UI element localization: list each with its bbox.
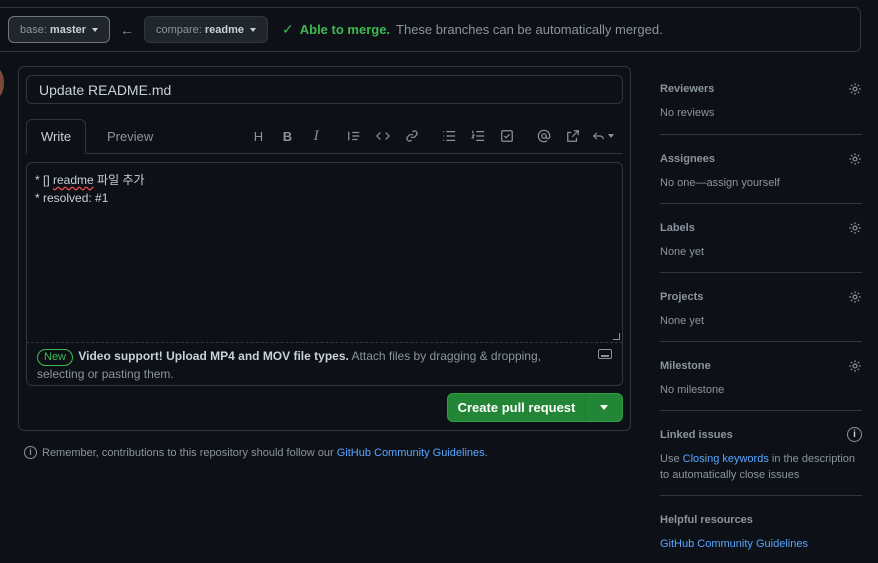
sidebar-reviewers: Reviewers No reviews <box>660 78 862 135</box>
base-prefix: base: <box>20 23 47 36</box>
compare-branch-button[interactable]: compare: readme <box>144 16 268 43</box>
tab-preview[interactable]: Preview <box>92 119 168 154</box>
body-line-prefix: * [] <box>35 173 54 187</box>
resize-handle[interactable] <box>613 333 620 340</box>
sidebar-value: None yet <box>660 246 705 258</box>
gear-icon[interactable] <box>848 152 862 166</box>
chevron-down-icon <box>600 405 608 410</box>
sidebar-milestone: Milestone No milestone <box>660 342 862 411</box>
create-pull-request-button[interactable]: Create pull request <box>447 393 623 422</box>
gear-icon[interactable] <box>848 221 862 235</box>
sidebar-value: No milestone <box>660 384 725 396</box>
reply-icon[interactable] <box>587 126 619 146</box>
sidebar-value: No reviews <box>660 107 715 119</box>
sidebar-title[interactable]: Labels <box>660 204 862 234</box>
sidebar: Reviewers No reviews Assignees No one—as… <box>660 78 862 552</box>
tab-write[interactable]: Write <box>26 119 86 154</box>
gear-icon[interactable] <box>848 359 862 373</box>
chevron-down-icon <box>92 27 98 32</box>
compare-branch-name: readme <box>204 23 244 36</box>
markdown-toolbar: H B I <box>244 119 619 153</box>
create-pull-request-label[interactable]: Create pull request <box>448 394 586 421</box>
title-input[interactable]: Update README.md <box>26 75 623 104</box>
attach-feature-text: Video support! Upload MP4 and MOV file t… <box>78 349 349 363</box>
avatar <box>0 68 4 98</box>
markdown-icon[interactable] <box>598 349 612 359</box>
bulleted-list-icon[interactable] <box>434 126 463 146</box>
sidebar-labels: Labels None yet <box>660 204 862 273</box>
contribution-note: i Remember, contributions to this reposi… <box>24 446 488 459</box>
sidebar-value[interactable]: No one—assign yourself <box>660 175 862 191</box>
chevron-down-icon <box>608 134 614 138</box>
cross-reference-icon[interactable] <box>558 126 587 146</box>
info-icon[interactable]: i <box>847 427 862 442</box>
check-icon: ✓ <box>282 21 294 37</box>
closing-keywords-link[interactable]: Closing keywords <box>683 453 769 465</box>
code-icon[interactable] <box>368 126 397 146</box>
contribution-note-text: Remember, contributions to this reposito… <box>42 446 337 459</box>
gear-icon[interactable] <box>848 82 862 96</box>
compare-bar: base: master ← compare: readme ✓ Able to… <box>0 7 861 52</box>
sidebar-linked-issues: Linked issues i Use Closing keywords in … <box>660 411 862 496</box>
base-branch-name: master <box>49 23 86 36</box>
body-line-suffix: 파일 추가 <box>93 173 145 187</box>
helpful-guidelines-link[interactable]: GitHub Community Guidelines <box>660 536 862 552</box>
create-options-dropdown[interactable] <box>586 405 622 410</box>
base-branch-button[interactable]: base: master <box>8 16 110 43</box>
tabs-divider <box>26 153 623 154</box>
body-textarea[interactable]: * [] readme 파일 추가 * resolved: #1 <box>26 162 623 342</box>
italic-icon[interactable]: I <box>302 126 331 146</box>
sidebar-title: Linked issues <box>660 429 733 441</box>
linked-issues-prefix: Use <box>660 453 683 465</box>
info-icon: i <box>24 446 37 459</box>
title-input-value: Update README.md <box>39 81 172 98</box>
sidebar-value: Use Closing keywords in the description … <box>660 451 862 483</box>
numbered-list-icon[interactable] <box>463 126 492 146</box>
body-line: * [] readme 파일 추가 <box>35 171 614 189</box>
contribution-note-suffix: . <box>484 446 488 459</box>
sidebar-title[interactable]: Assignees <box>660 135 862 165</box>
arrow-left-icon: ← <box>120 21 134 38</box>
task-list-icon[interactable] <box>492 126 521 146</box>
sidebar-title[interactable]: Milestone <box>660 342 862 372</box>
bold-icon[interactable]: B <box>273 126 302 146</box>
sidebar-projects: Projects None yet <box>660 273 862 342</box>
new-badge: New <box>37 349 74 366</box>
community-guidelines-link[interactable]: GitHub Community Guidelines <box>337 447 485 459</box>
file-attachment-area[interactable]: New Video support! Upload MP4 and MOV fi… <box>26 342 623 386</box>
body-line: * resolved: #1 <box>35 191 109 205</box>
pull-request-form: Update README.md Write Preview H B I * [… <box>18 66 631 431</box>
sidebar-value: None yet <box>660 315 705 327</box>
sidebar-title: Helpful resources <box>660 514 753 526</box>
merge-status: ✓ Able to merge. These branches can be a… <box>282 21 663 38</box>
compare-prefix: compare: <box>156 23 202 36</box>
sidebar-assignees: Assignees No one—assign yourself <box>660 135 862 204</box>
link-icon[interactable] <box>397 126 426 146</box>
editor-tabs: Write Preview H B I <box>26 119 623 154</box>
sidebar-title[interactable]: Projects <box>660 273 862 303</box>
sidebar-helpful-resources: Helpful resources GitHub Community Guide… <box>660 496 862 552</box>
sidebar-title[interactable]: Reviewers <box>660 78 862 95</box>
merge-description: These branches can be automatically merg… <box>396 22 663 37</box>
merge-ok-text: Able to merge. <box>299 22 391 37</box>
chevron-down-icon <box>250 27 256 32</box>
mention-icon[interactable] <box>529 126 558 146</box>
gear-icon[interactable] <box>848 290 862 304</box>
misspelled-word: readme <box>53 173 94 187</box>
heading-icon[interactable]: H <box>244 126 273 146</box>
quote-icon[interactable] <box>339 126 368 146</box>
